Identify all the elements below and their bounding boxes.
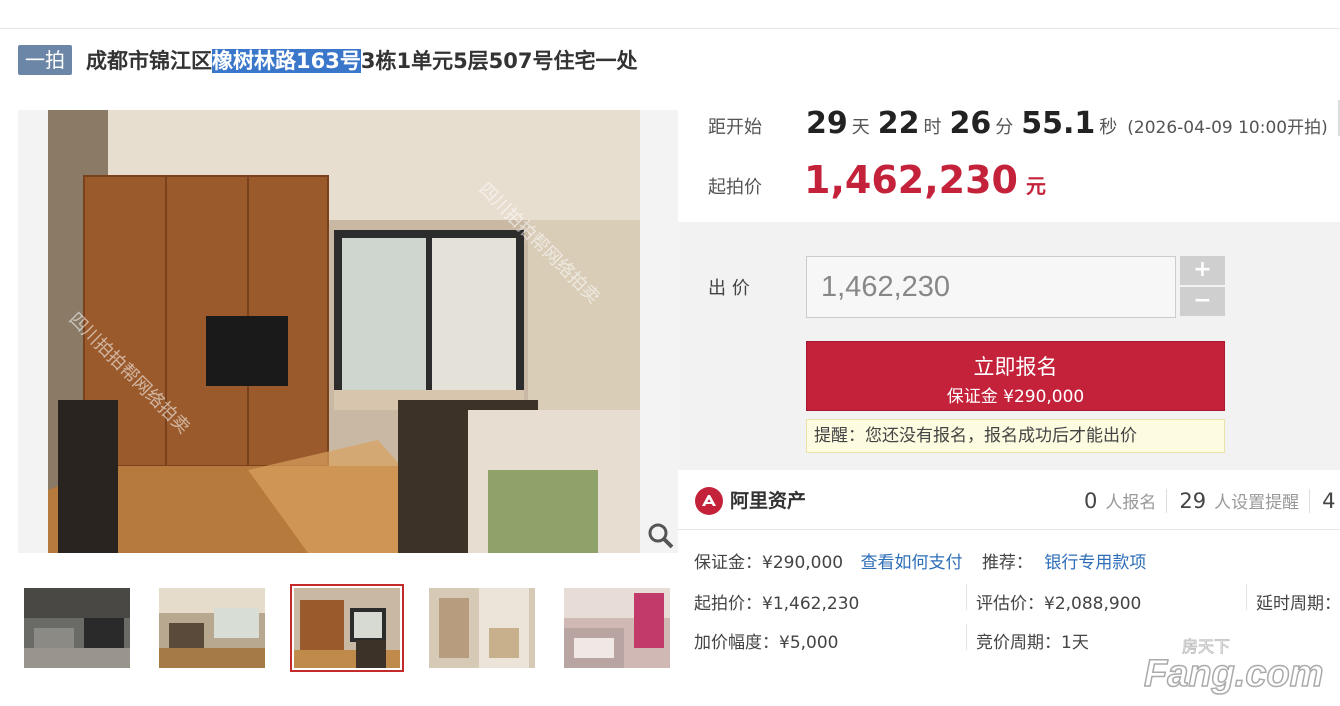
- title-highlight: 橡树林路163号: [212, 49, 361, 73]
- title-suffix: 3栋1单元5层507号住宅一处: [360, 49, 638, 73]
- start-price-detail: 起拍价：¥1,462,230: [694, 594, 860, 614]
- auction-round-badge: 一拍: [18, 45, 72, 75]
- bidding-cycle-detail: 竞价周期：1天: [976, 633, 1089, 653]
- detail-divider-3: [966, 624, 967, 650]
- top-divider: [0, 28, 1340, 29]
- start-price-label: 起拍价: [708, 177, 762, 198]
- hours-unit: 时: [923, 117, 942, 138]
- bid-panel: 出 价 1,462,230 + − 立即报名 保证金 ¥290,000 提醒：您…: [678, 222, 1340, 470]
- delay-cycle-detail: 延时周期：: [1256, 594, 1340, 614]
- ali-assets-logo-icon: [695, 487, 723, 515]
- bid-amount-input[interactable]: 1,462,230: [806, 256, 1176, 318]
- thumbnail-bathroom[interactable]: [429, 588, 535, 668]
- minutes-unit: 分: [995, 117, 1014, 138]
- thumbnail-bedroom[interactable]: [564, 588, 670, 668]
- increment-detail: 加价幅度：¥5,000: [694, 633, 839, 653]
- title-prefix: 成都市锦江区: [86, 49, 212, 73]
- seconds-unit: 秒: [1099, 117, 1118, 138]
- watermark-en: Fang.com: [1144, 653, 1323, 695]
- signups-count: 0: [1084, 489, 1098, 513]
- listing-title-row: 一拍 成都市锦江区橡树林路163号3栋1单元5层507号住宅一处: [18, 44, 638, 76]
- countdown-hours: 22: [877, 106, 920, 141]
- start-price-value: 1,462,230: [804, 158, 1018, 202]
- start-price-row: 起拍价 1,462,230 元: [708, 158, 1046, 202]
- bid-label: 出 价: [708, 278, 750, 299]
- register-now-button[interactable]: 立即报名 保证金 ¥290,000: [806, 341, 1225, 411]
- countdown-seconds: 55.1: [1021, 106, 1096, 141]
- start-price-unit: 元: [1025, 174, 1046, 198]
- days-unit: 天: [851, 117, 870, 138]
- countdown-row: 距开始 29 天 22 时 26 分 55.1 秒 (2026-04-09 10:00开…: [708, 106, 1328, 141]
- views-count: 4: [1322, 489, 1336, 513]
- decrease-bid-button[interactable]: −: [1180, 287, 1225, 316]
- detail-divider: [966, 584, 967, 610]
- reminders-count: 29: [1179, 489, 1207, 513]
- registration-reminder: 提醒：您还没有报名，报名成功后才能出价: [806, 419, 1225, 453]
- fang-watermark-logo: 房天下 Fang.com: [1143, 637, 1324, 696]
- main-photo[interactable]: 四川拍拍帮网络拍卖 四川拍拍帮网络拍卖: [18, 110, 678, 553]
- platform-row: 阿里资产 0 人报名 29 人设置提醒 4: [678, 470, 1340, 530]
- thumbnail-kitchen[interactable]: [24, 588, 130, 668]
- living-room-photo: 四川拍拍帮网络拍卖 四川拍拍帮网络拍卖: [48, 110, 640, 553]
- platform-name: 阿里资产: [730, 490, 807, 512]
- countdown-minutes: 26: [949, 106, 992, 141]
- signups-label: 人报名: [1105, 493, 1157, 513]
- register-deposit: 保证金 ¥290,000: [946, 387, 1085, 407]
- increase-bid-button[interactable]: +: [1180, 256, 1225, 285]
- countdown-days: 29: [806, 106, 848, 141]
- listing-title: 成都市锦江区橡树林路163号3栋1单元5层507号住宅一处: [86, 45, 638, 75]
- countdown-label: 距开始: [708, 117, 762, 138]
- detail-divider-2: [1246, 584, 1247, 610]
- register-label: 立即报名: [973, 355, 1058, 379]
- participation-stats: 0 人报名 29 人设置提醒 4: [1084, 488, 1340, 513]
- reminders-label: 人设置提醒: [1214, 493, 1300, 513]
- deposit-row: 保证金：¥290,000 查看如何支付 推荐： 银行专用款项: [694, 548, 1146, 573]
- zoom-icon[interactable]: [646, 521, 676, 551]
- thumbnail-living-room-selected[interactable]: [290, 584, 404, 672]
- recommend-label: 推荐：: [981, 553, 1033, 573]
- thumbnail-living-room-wide[interactable]: [159, 588, 265, 668]
- start-time-note: (2026-04-09 10:00开拍): [1127, 118, 1328, 138]
- how-to-pay-link[interactable]: 查看如何支付: [861, 553, 963, 573]
- deposit-text: 保证金：¥290,000: [694, 553, 844, 573]
- appraisal-detail: 评估价：¥2,088,900: [976, 594, 1142, 614]
- thumbnail-strip: [24, 584, 670, 672]
- stats-divider-2: [1309, 488, 1311, 513]
- bank-payment-link[interactable]: 银行专用款项: [1044, 553, 1146, 573]
- stats-divider: [1166, 488, 1168, 513]
